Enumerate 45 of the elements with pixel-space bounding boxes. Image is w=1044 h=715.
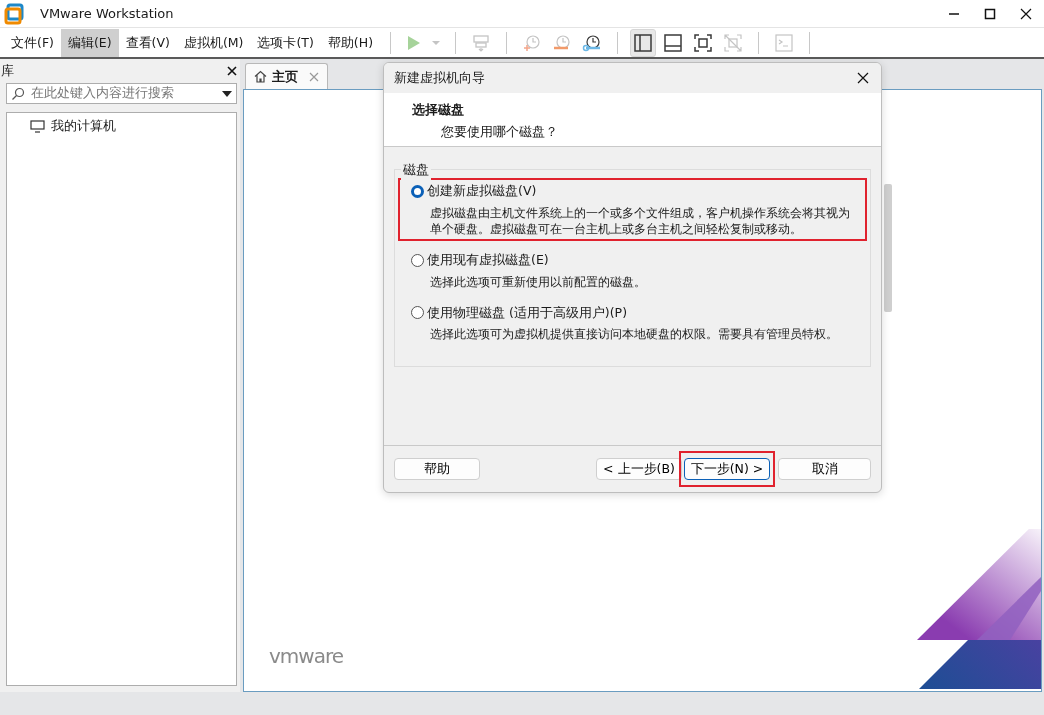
radio-button[interactable]	[411, 253, 424, 267]
toolbar-button[interactable]	[630, 28, 656, 57]
clock-wrench-icon[interactable]	[582, 32, 602, 53]
option-description: 虚拟磁盘由主机文件系统上的一个或多个文件组成，客户机操作系统会将其视为单个硬盘。虚拟磁盘可在一台主机上或多台主机之间轻松复制或移动。	[429, 204, 851, 237]
vmware-logo: vmware	[269, 643, 344, 670]
radio-button[interactable]	[411, 306, 424, 320]
dialog-title: 新建虚拟机向导	[394, 68, 485, 87]
home-icon	[254, 70, 267, 83]
close-icon[interactable]	[227, 66, 237, 76]
bottom-panel-icon[interactable]	[663, 32, 683, 53]
close-icon[interactable]	[1020, 7, 1032, 20]
option-description: 选择此选项可重新使用以前配置的磁盘。	[429, 273, 647, 290]
dialog-button[interactable]: 取消	[778, 458, 871, 480]
menu-item[interactable]: 查看(V)	[118, 28, 177, 57]
dialog-button[interactable]: < 上一步(B)	[596, 458, 682, 480]
tab-label: 主页	[272, 67, 298, 86]
radio-button[interactable]	[411, 184, 424, 198]
menu-item[interactable]: 选项卡(T)	[250, 28, 321, 57]
close-icon[interactable]	[857, 72, 869, 84]
dialog-button[interactable]: 下一步(N) >	[684, 458, 770, 480]
option-label[interactable]: 使用物理磁盘 (适用于高级用户)(P)	[427, 303, 628, 323]
option-label[interactable]: 创建新虚拟磁盘(V)	[427, 182, 537, 201]
dropdown-arrow-icon	[222, 89, 232, 98]
search-field[interactable]: 在此处键入内容进行搜索	[6, 83, 237, 104]
option-description: 选择此选项可为虚拟机提供直接访问本地硬盘的权限。需要具有管理员特权。	[429, 326, 839, 343]
search-icon	[11, 86, 25, 101]
tree-item[interactable]: 我的计算机	[27, 117, 216, 135]
menu-item[interactable]: 虚拟机(M)	[176, 28, 251, 57]
menu-item[interactable]: 编辑(E)	[60, 28, 119, 57]
dialog-heading: 选择磁盘	[412, 101, 465, 119]
dialog-button[interactable]: 帮助	[394, 458, 480, 480]
menu-item[interactable]: 文件(F)	[4, 28, 61, 57]
app-logo-icon	[4, 2, 26, 25]
group-label: 磁盘	[401, 161, 431, 180]
monitor-icon	[30, 119, 45, 133]
sidebar-layout-icon	[633, 32, 653, 53]
option-label[interactable]: 使用现有虚拟磁盘(E)	[427, 250, 549, 270]
dialog-subheading: 您要使用哪个磁盘？	[441, 122, 559, 141]
menu-item[interactable]: 帮助(H)	[320, 28, 380, 57]
scrollbar-thumb[interactable]	[884, 184, 892, 312]
fullscreen-icon[interactable]	[693, 32, 713, 53]
panel-title: 库	[1, 61, 14, 80]
maximize-icon[interactable]	[984, 7, 996, 20]
window-title: VMware Workstation	[40, 4, 174, 23]
tab[interactable]: 主页	[245, 63, 328, 89]
